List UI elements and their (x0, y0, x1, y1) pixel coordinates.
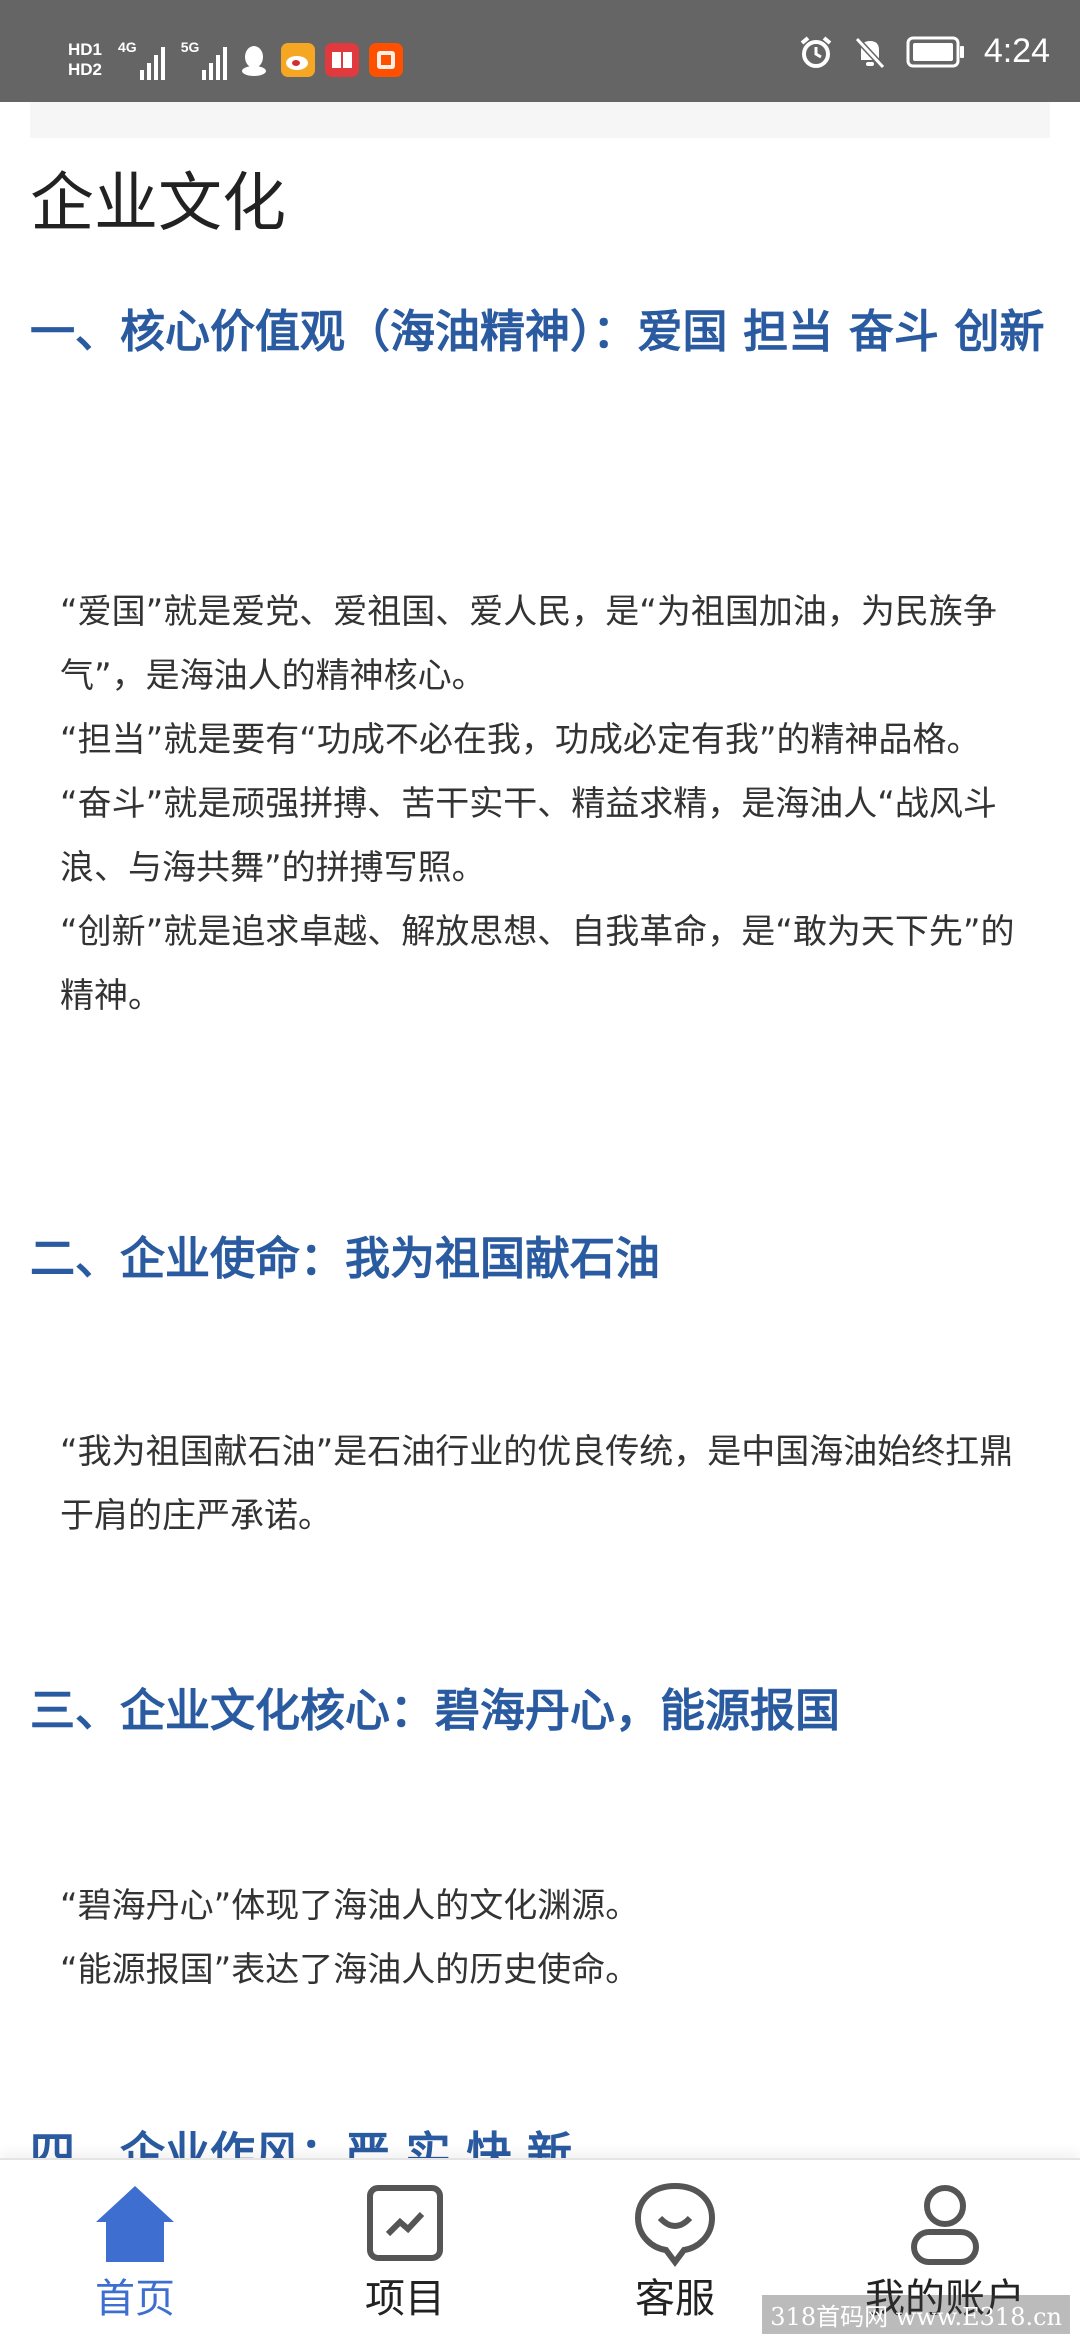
status-right: 4:24 (798, 32, 1050, 71)
signal-bars-icon (139, 44, 165, 80)
battery-icon (906, 36, 964, 67)
body-line: “碧海丹心”体现了海油人的文化渊源。 (60, 1886, 640, 1926)
chart-icon (367, 2185, 443, 2261)
nav-item-support[interactable]: 客服 (555, 2178, 795, 2328)
nav-item-home[interactable]: 首页 (15, 2178, 255, 2328)
section-heading-mission: 二、企业使命：我为祖国献石油 (30, 1232, 661, 1285)
nav-label-support: 客服 (635, 2276, 715, 2322)
nav-label-home: 首页 (95, 2276, 175, 2322)
weibo-icon (281, 43, 316, 77)
user-icon (911, 2185, 979, 2265)
hd-indicators: HD1 HD2 (68, 40, 102, 80)
article-content[interactable]: 企业文化 一、核心价值观（海油精神）：爱国 担当 奋斗 创新 “爱国”就是爱党、… (0, 102, 1080, 2162)
book-app-icon (325, 43, 360, 77)
top-strip (30, 102, 1050, 138)
watermark: 318首码网 www.E318.cn (762, 2295, 1070, 2334)
section-heading-culture-core: 三、企业文化核心：碧海丹心，能源报国 (30, 1684, 841, 1737)
clock: 4:24 (983, 32, 1050, 70)
body-line: “爱国”就是爱党、爱祖国、爱人民，是“为祖国加油，为民族争气”，是海油人的精神核… (60, 592, 997, 696)
section-heading-values: 一、核心价值观（海油精神）：爱国 担当 奋斗 创新 (30, 305, 1045, 358)
body-line: “创新”就是追求卓越、解放思想、自我革命，是“敢为天下先”的精神。 (60, 912, 1015, 1016)
status-bar: HD1 HD2 4G 5G 4:24 (0, 0, 1080, 102)
nav-label-projects: 项目 (365, 2276, 445, 2322)
page-title: 企业文化 (30, 167, 286, 241)
screen: HD1 HD2 4G 5G 4:24 企业文化 一、核心价值观（海油精神）：爱国… (0, 0, 1080, 2340)
section-body-culture-core: “碧海丹心”体现了海油人的文化渊源。 “能源报国”表达了海油人的历史使命。 (60, 1874, 1020, 2002)
alarm-icon (800, 35, 832, 68)
net2-label: 5G (180, 39, 200, 55)
body-line: “担当”就是要有“功成不必在我，功成必定有我”的精神品格。 (60, 720, 981, 760)
home-icon (96, 2186, 174, 2262)
qq-icon (237, 43, 271, 77)
mute-bell-icon (854, 36, 886, 69)
signal-bars-icon (202, 44, 228, 80)
section-heading-style: 四、企业作风：严 实 快 新 (30, 2127, 573, 2162)
section-body-mission: “我为祖国献石油”是石油行业的优良传统，是中国海油始终扛鼎于肩的庄严承诺。 (60, 1420, 1020, 1548)
hd2-label: HD2 (68, 60, 103, 79)
nav-item-projects[interactable]: 项目 (285, 2178, 525, 2328)
signal-4g: 4G (118, 40, 165, 80)
taobao-icon (369, 43, 404, 77)
section-body-values: “爱国”就是爱党、爱祖国、爱人民，是“为祖国加油，为民族争气”，是海油人的精神核… (60, 580, 1020, 1028)
body-line: “奋斗”就是顽强拼搏、苦干实干、精益求精，是海油人“战风斗浪、与海共舞”的拼搏写… (60, 784, 997, 888)
status-left: HD1 HD2 4G 5G (68, 30, 404, 90)
hd1-label: HD1 (68, 40, 103, 59)
net1-label: 4G (118, 39, 137, 55)
signal-5g: 5G (181, 40, 228, 80)
body-line: “我为祖国献石油”是石油行业的优良传统，是中国海油始终扛鼎于肩的庄严承诺。 (60, 1432, 1014, 1536)
chat-icon (634, 2182, 716, 2267)
body-line: “能源报国”表达了海油人的历史使命。 (60, 1950, 640, 1990)
